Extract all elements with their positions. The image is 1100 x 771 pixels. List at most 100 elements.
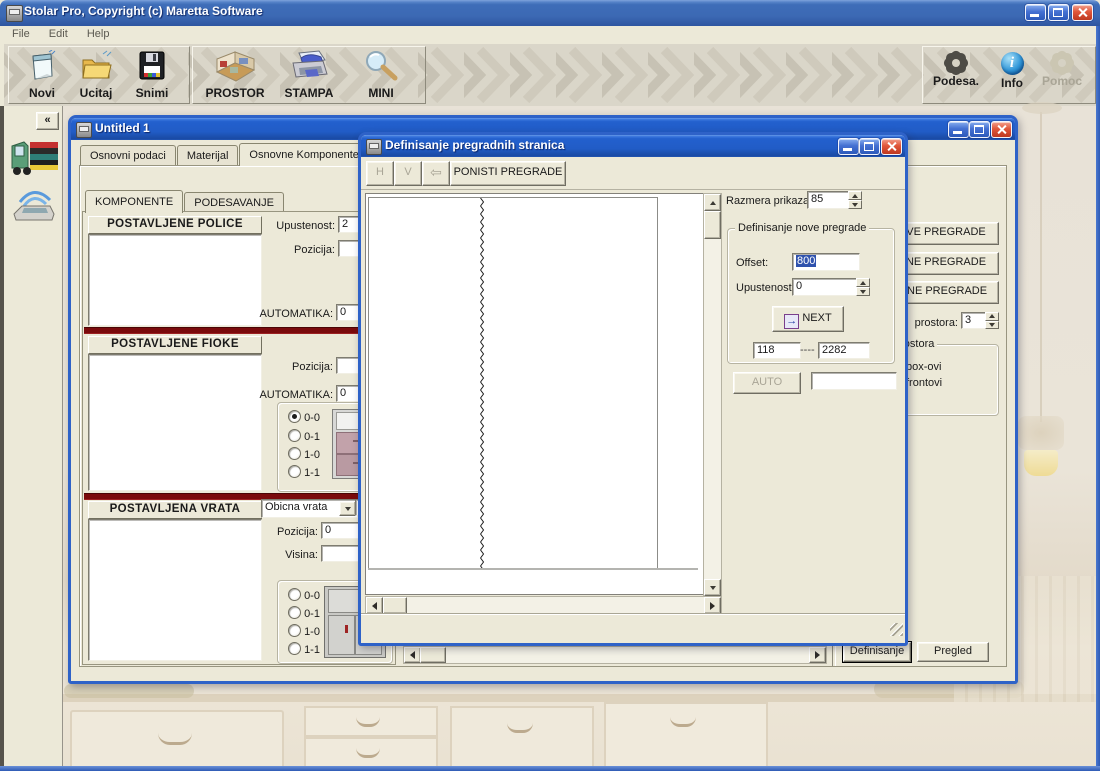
- tab-komponente[interactable]: KOMPONENTE: [85, 190, 183, 213]
- tab-osnovni-podaci[interactable]: Osnovni podaci: [80, 145, 176, 165]
- radio-option[interactable]: 0-1: [288, 606, 320, 620]
- app-icon: [6, 5, 23, 22]
- offset-label: Offset:: [736, 257, 768, 269]
- radio-option[interactable]: 1-1: [288, 642, 320, 656]
- info-button[interactable]: i Info: [985, 50, 1039, 90]
- vrata-pozicija-label: Pozicija:: [238, 526, 318, 538]
- canvas-horizontal-scrollbar[interactable]: [365, 596, 722, 615]
- stampa-button[interactable]: STAMPA: [279, 50, 339, 100]
- undo-back-button: ⇦: [422, 161, 450, 186]
- scroll-left-icon[interactable]: [404, 647, 421, 663]
- next-button[interactable]: → NEXT: [772, 306, 844, 332]
- spinner-down-icon[interactable]: [985, 321, 999, 330]
- help-button: Pomoc: [1035, 50, 1089, 88]
- save-button[interactable]: Snimi: [125, 50, 179, 100]
- tab-podesavanje[interactable]: PODESAVANJE: [184, 192, 284, 212]
- menubar: File Edit Help: [4, 26, 1096, 45]
- new-partition-group-label: Definisanje nove pregrade: [735, 222, 869, 234]
- open-button[interactable]: Ucitaj: [69, 50, 123, 100]
- scrollbar-thumb[interactable]: [704, 211, 721, 239]
- maximize-icon[interactable]: [1048, 4, 1069, 21]
- section-divider: [84, 327, 393, 334]
- scroll-left-icon[interactable]: [366, 597, 383, 614]
- info-icon: i: [1001, 52, 1024, 75]
- glavne-pregrade-button[interactable]: NE PREGRADE: [893, 252, 999, 275]
- upustenost-label: Upustenost:: [736, 282, 795, 294]
- tab-osnovne-komponente[interactable]: Osnovne Komponente: [239, 143, 368, 166]
- fioke-listbox[interactable]: [88, 354, 262, 491]
- nove-pregrade-button[interactable]: VE PREGRADE: [893, 222, 999, 245]
- radio-icon: [288, 465, 301, 478]
- drawer-handle-decor: [356, 747, 380, 758]
- radio-option[interactable]: 0-1: [288, 429, 320, 443]
- auto-field[interactable]: [811, 372, 897, 390]
- door-type-dropdown[interactable]: Obicna vrata: [261, 499, 358, 518]
- new-button[interactable]: Novi: [15, 50, 69, 100]
- menu-help[interactable]: Help: [79, 26, 118, 42]
- collapse-sidebar-button[interactable]: «: [36, 112, 59, 130]
- partition-canvas[interactable]: [365, 193, 704, 595]
- right-frame-edge: [1096, 26, 1100, 771]
- scroll-right-icon[interactable]: [809, 647, 826, 663]
- mini-button[interactable]: MINI: [351, 50, 411, 100]
- ponisti-pregrade-button[interactable]: PONISTI PREGRADE: [450, 161, 566, 186]
- radio-option[interactable]: 0-0: [288, 588, 320, 602]
- resize-grip[interactable]: [890, 623, 903, 636]
- prostora-spinner[interactable]: [985, 312, 999, 329]
- radio-option[interactable]: 1-0: [288, 447, 320, 461]
- maximize-icon[interactable]: [859, 138, 880, 155]
- forklift-icon[interactable]: [8, 134, 60, 180]
- close-icon[interactable]: [991, 121, 1012, 138]
- minimize-icon[interactable]: [838, 138, 859, 155]
- menu-edit[interactable]: Edit: [41, 26, 76, 42]
- range-to-field[interactable]: 2282: [818, 342, 870, 359]
- app-titlebar[interactable]: Stolar Pro, Copyright (c) Maretta Softwa…: [0, 0, 1100, 26]
- drawer-handle-decor: [507, 722, 533, 733]
- maximize-icon[interactable]: [969, 121, 990, 138]
- settings-button[interactable]: Podesa.: [929, 50, 983, 88]
- scanner-icon[interactable]: [10, 184, 58, 224]
- fioke-pozicija-label: Pozicija:: [243, 361, 333, 373]
- scroll-down-icon[interactable]: [704, 579, 721, 596]
- range-from-field[interactable]: 118: [753, 342, 801, 359]
- chevron-down-icon[interactable]: [339, 501, 356, 516]
- radio-option[interactable]: 1-1: [288, 465, 320, 479]
- scroll-right-icon[interactable]: [704, 597, 721, 614]
- upustenost-spinner[interactable]: [856, 278, 870, 296]
- close-icon[interactable]: [1072, 4, 1093, 21]
- razmera-spinner[interactable]: [848, 191, 862, 209]
- dialog-statusbar: [361, 614, 905, 638]
- tab-materijal[interactable]: Materijal: [177, 145, 239, 165]
- horizontal-scrollbar[interactable]: [403, 646, 827, 664]
- offset-field[interactable]: 800: [792, 253, 860, 271]
- razmera-field[interactable]: 85: [807, 191, 853, 209]
- scrollbar-thumb[interactable]: [383, 597, 407, 614]
- upustenost-field[interactable]: 0: [792, 278, 860, 296]
- horizontal-partition-button: H: [366, 161, 394, 186]
- dialog-definisanje-pregradnih-stranica: Definisanje pregradnih stranica H V ⇦ PO…: [358, 132, 908, 646]
- pregled-button[interactable]: Pregled: [917, 642, 989, 662]
- scrollbar-thumb[interactable]: [420, 647, 446, 663]
- radio-icon: [288, 588, 301, 601]
- minimize-icon[interactable]: [948, 121, 969, 138]
- spinner-up-icon[interactable]: [985, 312, 999, 321]
- canvas-vertical-scrollbar[interactable]: [703, 193, 722, 597]
- spinner-up-icon[interactable]: [848, 191, 862, 200]
- prostor-button[interactable]: PROSTOR: [205, 50, 265, 100]
- menu-file[interactable]: File: [4, 26, 38, 42]
- minimize-icon[interactable]: [1025, 4, 1046, 21]
- police-upustenost-label: Upustenost:: [243, 220, 335, 232]
- radio-option[interactable]: 1-0: [288, 624, 320, 638]
- radio-option[interactable]: 0-0: [288, 410, 320, 424]
- back-arrow-icon: ⇦: [430, 164, 442, 180]
- spinner-down-icon[interactable]: [856, 287, 870, 296]
- spinner-down-icon[interactable]: [848, 200, 862, 209]
- vrata-listbox[interactable]: [88, 519, 262, 661]
- dialog-titlebar[interactable]: Definisanje pregradnih stranica: [361, 135, 905, 157]
- spinner-up-icon[interactable]: [856, 278, 870, 287]
- next-arrow-icon: →: [784, 314, 799, 329]
- scroll-up-icon[interactable]: [704, 194, 721, 211]
- toolbar-group-settings: Podesa. i Info Pomoc: [922, 46, 1096, 104]
- bottom-frame-edge: [0, 766, 1100, 771]
- close-icon[interactable]: [881, 138, 902, 155]
